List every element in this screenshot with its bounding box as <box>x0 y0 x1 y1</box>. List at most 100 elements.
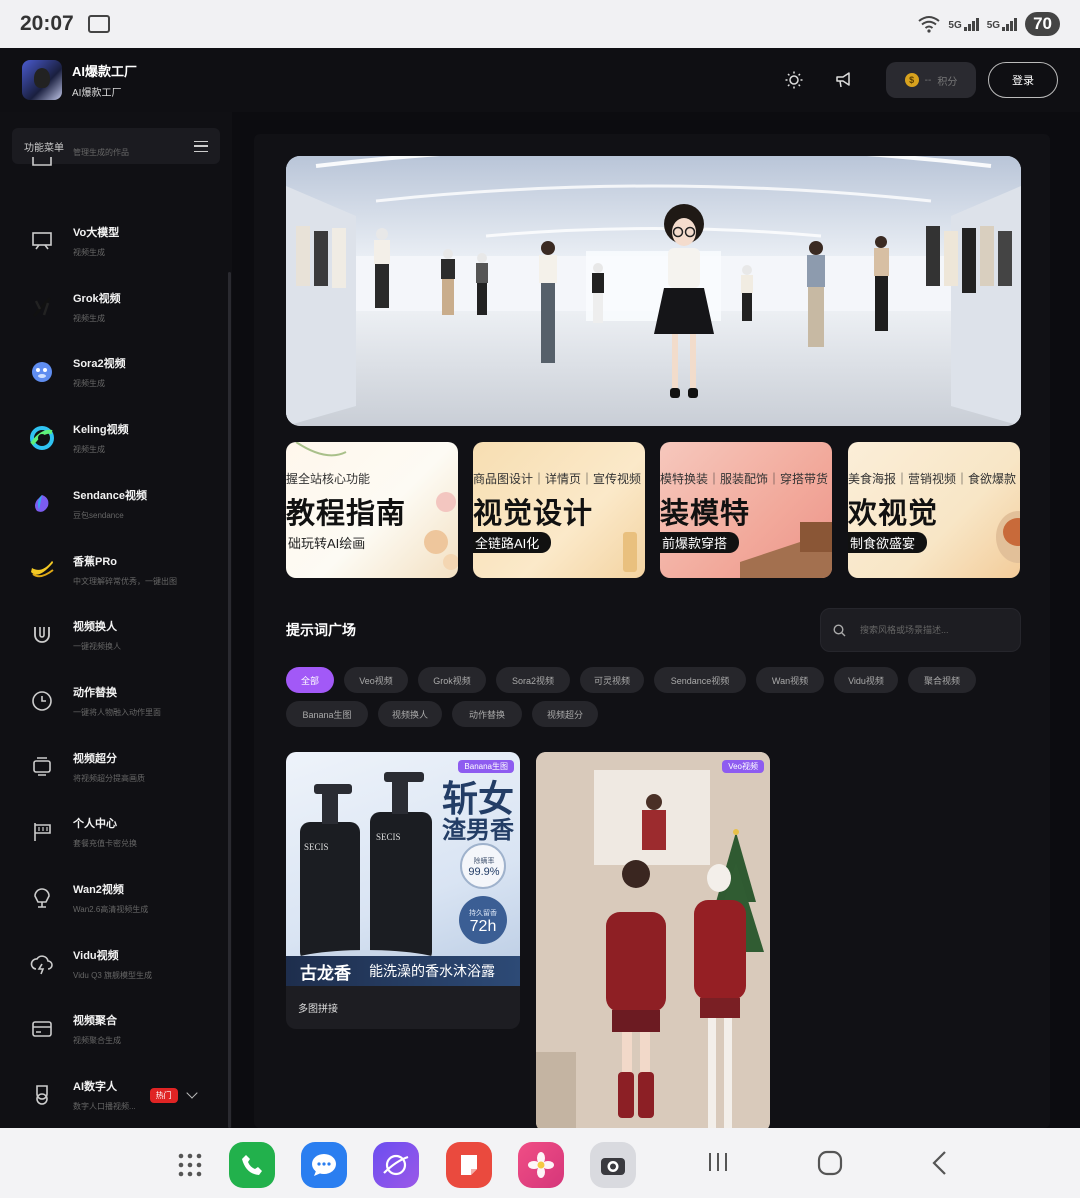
sidebar-item-desc: 视频生成 <box>73 248 105 257</box>
hero-banner[interactable] <box>286 156 1021 426</box>
sidebar-item[interactable]: Wan2视频 Wan2.6高清视频生成 <box>0 868 228 928</box>
menu-title: 功能菜单 <box>24 142 64 154</box>
announcement-button[interactable] <box>824 60 864 100</box>
sidebar-item[interactable]: 视频超分 将视频超分提高画质 <box>0 737 228 797</box>
sidebar-item-text: 动作替换 一键将人物融入动作里面 <box>73 684 161 718</box>
sidebar-item[interactable]: 个人中心 套餐充值卡密兑换 <box>0 802 228 862</box>
sidebar-scrollbar[interactable] <box>228 272 231 1128</box>
category-chip[interactable]: 动作替换 <box>452 701 522 727</box>
category-chip[interactable]: Wan视频 <box>756 667 824 693</box>
fragrance-label: 持久留香 <box>469 910 497 917</box>
sidebar-item-label: Sora2视频 <box>73 358 126 370</box>
ad-footer-right: 能洗澡的香水沐浴露 <box>369 963 495 979</box>
category-chip[interactable]: Banana生图 <box>286 701 368 727</box>
megaphone-icon <box>836 72 850 88</box>
sidebar-item[interactable]: AI数字人 数字人口播视频... 热门 <box>0 1065 228 1125</box>
sidebar-item[interactable]: 动作替换 一键将人物融入动作里面 <box>0 671 228 731</box>
wifi-icon <box>918 16 941 33</box>
feature-banners: 握全站核心功能 教程指南 础玩转AI绘画 商品图设计｜详情页｜宣传视频 视觉设计… <box>286 442 1021 578</box>
camera-app-icon[interactable] <box>590 1142 636 1188</box>
phone-app-icon[interactable] <box>229 1142 275 1188</box>
theme-toggle-button[interactable] <box>774 60 814 100</box>
search-icon <box>833 623 846 636</box>
sidebar-item-label: 个人中心 <box>73 818 117 830</box>
messages-app-icon[interactable] <box>301 1142 347 1188</box>
sidebar-item[interactable]: Vo大模型视频生成 <box>0 211 228 271</box>
sidebar-item-desc: Vidu Q3 旗舰模型生成 <box>73 971 152 980</box>
sidebar-item-label: Vidu视频 <box>73 950 119 962</box>
brand-subtitle: AI爆款工厂 <box>72 88 122 99</box>
category-chip[interactable]: Grok视频 <box>418 667 486 693</box>
result-card-christmas[interactable]: Veo视频 <box>536 752 770 1128</box>
sidebar-item-desc: Wan2.6高清视频生成 <box>73 905 149 914</box>
sidebar-item[interactable]: 香蕉PRo 中文理解碎常优秀，一键出图 <box>0 540 228 600</box>
wan-icon <box>28 884 56 912</box>
signal-indicator-2: 5G <box>987 17 1018 31</box>
banner-small-text: 握全站核心功能 <box>286 472 371 486</box>
app-logo[interactable] <box>22 60 62 100</box>
category-chip[interactable]: Sora2视频 <box>496 667 570 693</box>
sidebar-item[interactable]: 管理生成的作品 <box>0 148 228 213</box>
category-chip[interactable]: Vidu视频 <box>834 667 898 693</box>
internet-app-icon[interactable] <box>373 1142 419 1188</box>
shampoo-ad-image: SECIS SECIS 斩女 渣男香 除螨率 99.9% 持久留香 72h 古龙… <box>286 752 520 986</box>
recent-apps-button[interactable] <box>706 1150 730 1179</box>
home-icon <box>817 1150 843 1176</box>
sidebar-item-label: Vo大模型 <box>73 227 120 239</box>
chat-bubble-icon <box>312 1154 336 1176</box>
sidebar-item-text: 视频换人 一键视频换人 <box>73 618 121 652</box>
banner-tutorial[interactable]: 握全站核心功能 教程指南 础玩转AI绘画 <box>286 442 458 578</box>
sidebar-item[interactable]: Sora2视频 视频生成 <box>0 342 228 402</box>
notes-app-icon[interactable] <box>446 1142 492 1188</box>
bottle-brand-left: SECIS <box>304 842 329 852</box>
sidebar-item-label: 香蕉PRo <box>73 556 117 568</box>
category-chip[interactable]: 可灵视频 <box>580 667 644 693</box>
app-drawer-button[interactable] <box>167 1142 213 1188</box>
sidebar-item[interactable]: Vidu视频 Vidu Q3 旗舰模型生成 <box>0 934 228 994</box>
home-button[interactable] <box>817 1150 843 1181</box>
sidebar: 功能菜单 管理生成的作品 Vo大模型 视频生成 Grok视频 视频生成 Sora2视频 视频… <box>0 112 232 1128</box>
sidebar-item-text: Keling视频 视频生成 <box>73 421 129 455</box>
sidebar-item[interactable]: Grok视频 视频生成 <box>0 277 228 337</box>
category-chip[interactable]: Veo视频 <box>344 667 408 693</box>
sidebar-item[interactable]: 视频换人 一键视频换人 <box>0 605 228 665</box>
category-chip[interactable]: 全部 <box>286 667 334 693</box>
sidebar-item-text: AI数字人 数字人口播视频... <box>73 1078 136 1112</box>
sidebar-item[interactable]: Sendance视频 豆包sendance <box>0 474 228 534</box>
points-display[interactable]: $ -- 积分 <box>886 62 976 98</box>
sidebar-item-label: Sendance视频 <box>73 490 147 502</box>
banner-model[interactable]: 模特换装｜服装配饰｜穿搭带货 装模特 前爆款穿搭 <box>660 442 832 578</box>
search-input[interactable] <box>860 625 1000 635</box>
category-chip[interactable]: 视频换人 <box>378 701 442 727</box>
sidebar-item-desc: 视频生成 <box>73 314 105 323</box>
sidebar-item-desc: 将视频超分提高画质 <box>73 774 145 783</box>
cloud-bolt-icon <box>28 950 56 978</box>
category-chip[interactable]: 聚合视频 <box>908 667 976 693</box>
banner-big-text: 装模特 <box>660 498 751 530</box>
banner-pill-text: 前爆款穿搭 <box>660 532 740 553</box>
sidebar-item-text: 管理生成的作品 <box>73 148 129 158</box>
banner-big-text: 视觉设计 <box>473 498 594 530</box>
result-card-shampoo[interactable]: SECIS SECIS 斩女 渣男香 除螨率 99.9% 持久留香 72h 古龙… <box>286 752 520 1029</box>
banner-food[interactable]: 美食海报｜营销视频｜食欲爆款 欢视觉 制食欲盛宴 <box>848 442 1020 578</box>
prompt-search[interactable] <box>820 608 1021 652</box>
gallery-app-icon[interactable] <box>518 1142 564 1188</box>
result-tag: Banana生图 <box>458 760 514 773</box>
sidebar-item[interactable]: Keling视频 视频生成 <box>0 408 228 468</box>
sidebar-item[interactable]: 视频聚合 视频聚合生成 <box>0 999 228 1059</box>
result-caption: 多图拼接 <box>298 1004 338 1015</box>
category-chip[interactable]: Sendance视频 <box>654 667 746 693</box>
recents-icon <box>709 1153 727 1171</box>
hamburger-icon[interactable] <box>194 140 208 152</box>
chevron-down-icon[interactable] <box>186 1087 198 1099</box>
fragrance-value: 72h <box>469 918 497 935</box>
category-chip[interactable]: 视频超分 <box>532 701 598 727</box>
system-navigation-bar <box>0 1128 1080 1198</box>
back-button[interactable] <box>930 1150 950 1181</box>
login-button[interactable]: 登录 <box>988 62 1058 98</box>
main-content: 握全站核心功能 教程指南 础玩转AI绘画 商品图设计｜详情页｜宣传视频 视觉设计… <box>254 134 1050 1128</box>
sun-icon <box>785 71 803 89</box>
banner-visual-design[interactable]: 商品图设计｜详情页｜宣传视频 视觉设计 全链路AI化 <box>473 442 645 578</box>
ad-headline-2: 渣男香 <box>442 817 514 844</box>
clock-icon <box>28 687 56 715</box>
